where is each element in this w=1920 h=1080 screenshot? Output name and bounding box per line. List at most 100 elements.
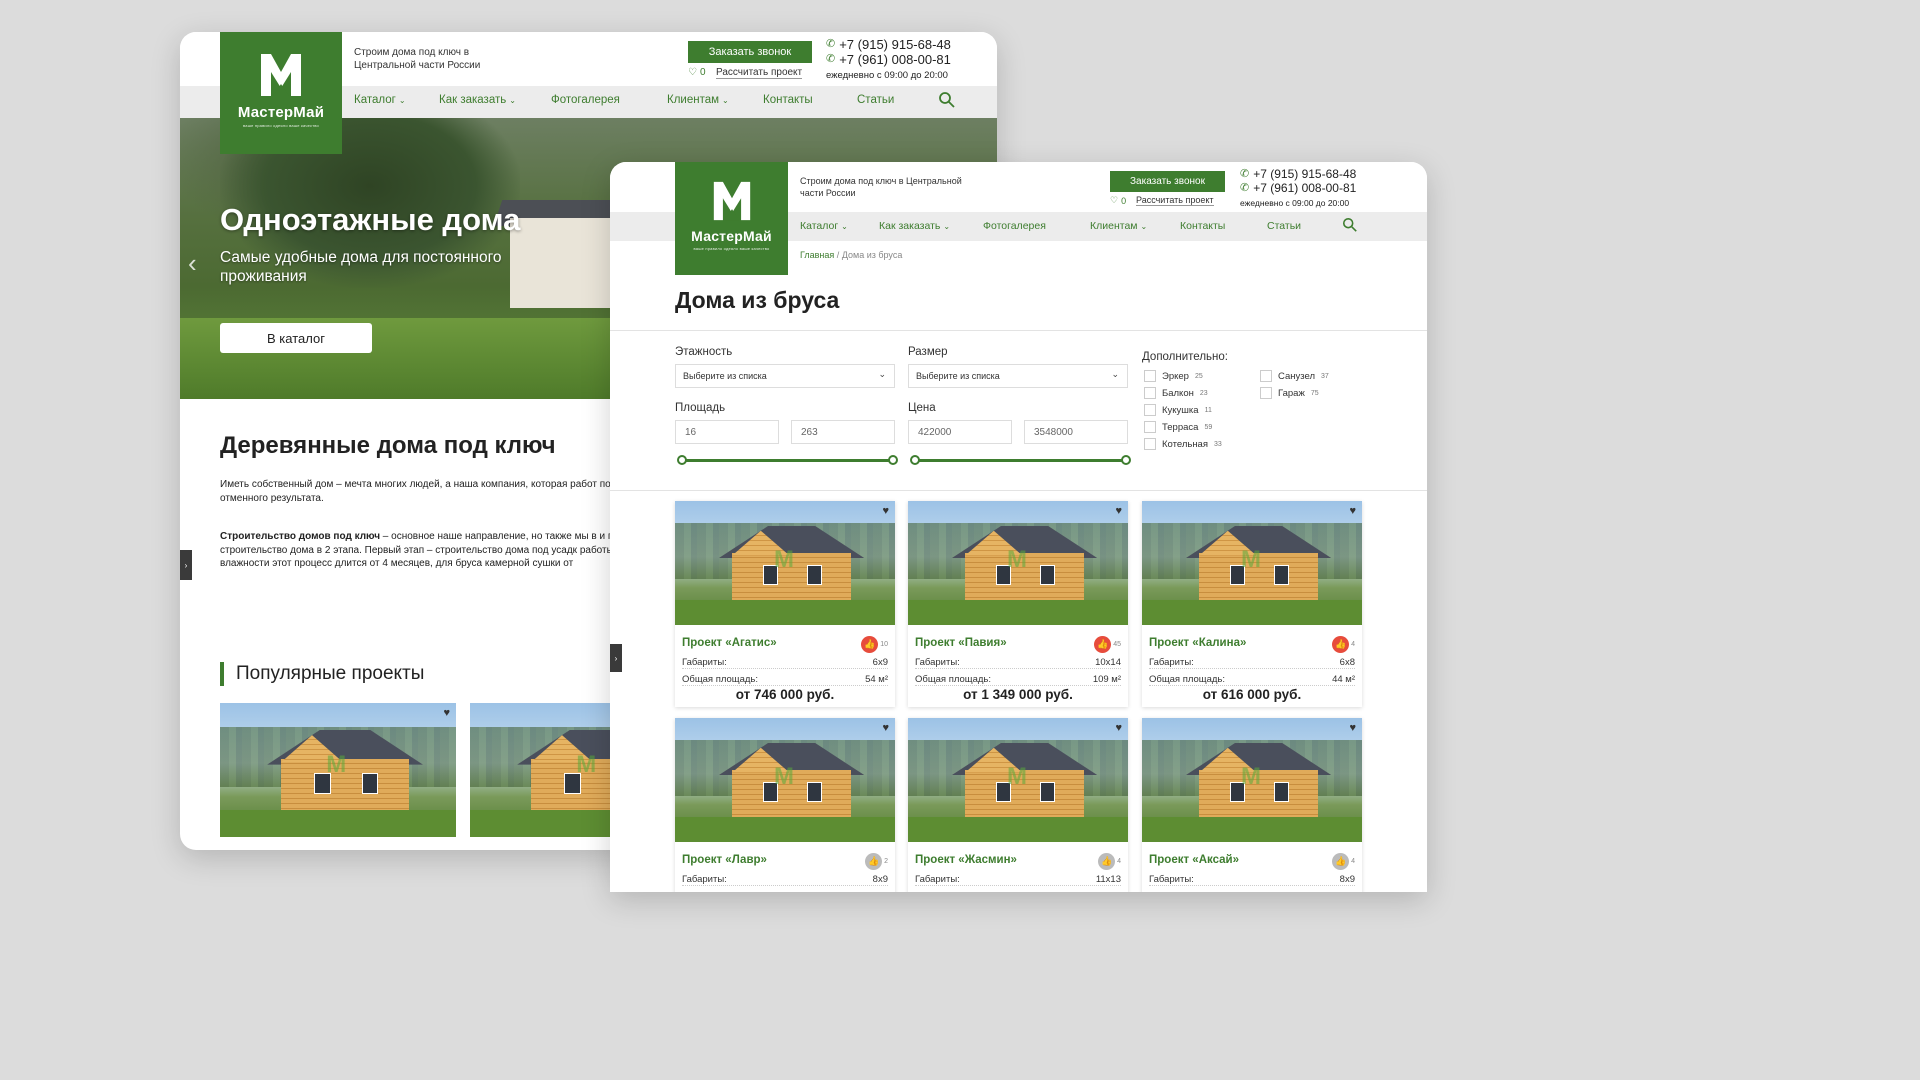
heart-icon[interactable]: ♥ xyxy=(443,707,450,719)
dims-value: 8x9 xyxy=(1339,874,1355,885)
chevron-down-icon: ⌄ xyxy=(943,221,951,231)
heart-icon[interactable]: ♥ xyxy=(1349,722,1356,734)
extra-count: 11 xyxy=(1204,406,1212,414)
project-name[interactable]: Проект «Калина» xyxy=(1149,637,1246,649)
hero-subtitle: Самые удобные дома для постоянного прожи… xyxy=(220,249,502,285)
search-icon[interactable] xyxy=(938,91,956,109)
nav-contacts[interactable]: Контакты xyxy=(763,94,813,106)
extra-checkbox[interactable]: Санузел 37 xyxy=(1260,370,1329,382)
like-counter[interactable]: 👍 45 xyxy=(1094,636,1121,653)
phone-2[interactable]: +7 (961) 008-00-81 xyxy=(1253,181,1356,195)
breadcrumb-separator: / xyxy=(836,250,840,260)
logo[interactable]: МастерМай ваше правило одеяло вашe качес… xyxy=(220,32,342,154)
project-card[interactable]: M ♥ Проект «Павия» 👍 45 Габариты: 10x14 Общ… xyxy=(908,501,1128,707)
popular-project-card[interactable]: M xyxy=(470,703,610,837)
extra-count: 75 xyxy=(1310,389,1319,397)
extra-checkbox[interactable]: Кукушка 11 xyxy=(1144,404,1212,416)
checkbox[interactable] xyxy=(1144,387,1156,399)
checkbox[interactable] xyxy=(1144,438,1156,450)
dims-label: Габариты: xyxy=(915,874,960,885)
like-counter[interactable]: 👍 10 xyxy=(861,636,888,653)
area-range-max-handle[interactable] xyxy=(888,455,898,465)
favorites[interactable]: ♡ 0 xyxy=(688,67,706,78)
heart-icon[interactable]: ♥ xyxy=(1115,722,1122,734)
extra-checkbox[interactable]: Котельная 33 xyxy=(1144,438,1222,450)
checkbox[interactable] xyxy=(1144,421,1156,433)
side-panel-toggle[interactable]: › xyxy=(610,644,622,672)
services-bold: Строительство домов под ключ xyxy=(220,531,381,542)
phone-2[interactable]: +7 (961) 008-00-81 xyxy=(839,52,951,67)
size-select[interactable]: Выберите из списка ⌄ xyxy=(908,364,1128,388)
area-min-input[interactable]: 16 xyxy=(675,420,779,444)
nav-contacts[interactable]: Контакты xyxy=(1180,220,1225,232)
side-panel-toggle[interactable]: › xyxy=(180,550,192,580)
breadcrumb-home[interactable]: Главная xyxy=(800,250,834,260)
extra-checkbox[interactable]: Терраса 59 xyxy=(1144,421,1212,433)
project-name[interactable]: Проект «Павия» xyxy=(915,637,1007,649)
project-name[interactable]: Проект «Жасмин» xyxy=(915,854,1017,866)
popular-project-card[interactable]: M ♥ xyxy=(220,703,456,837)
like-counter[interactable]: 👍 4 xyxy=(1332,636,1355,653)
nav-clients[interactable]: Клиентам ⌄ xyxy=(667,94,729,106)
project-card[interactable]: M ♥ Проект «Калина» 👍 4 Габариты: 6x8 Общая… xyxy=(1142,501,1362,707)
like-counter[interactable]: 👍 2 xyxy=(865,853,888,870)
nav-how-to-order[interactable]: Как заказать ⌄ xyxy=(879,220,950,232)
checkbox[interactable] xyxy=(1260,387,1272,399)
thumbs-up-icon: 👍 xyxy=(1332,853,1350,870)
chevron-left-icon[interactable]: ‹ xyxy=(188,248,197,279)
project-card[interactable]: M ♥ Проект «Жасмин» 👍 4 Габариты: 11x13 xyxy=(908,718,1128,892)
extra-label-text: Кукушка xyxy=(1162,404,1199,416)
logo-text: МастерМай xyxy=(237,104,325,121)
nav-catalog[interactable]: Каталог ⌄ xyxy=(800,220,848,232)
price-range-max-handle[interactable] xyxy=(1121,455,1131,465)
nav-gallery[interactable]: Фотогалерея xyxy=(551,94,620,106)
order-call-button[interactable]: Заказать звонок xyxy=(1110,171,1225,192)
area-max-input[interactable]: 263 xyxy=(791,420,895,444)
logo[interactable]: МастерМай ваше правило одеяло вашe качес… xyxy=(675,162,788,275)
area-range-min-handle[interactable] xyxy=(677,455,687,465)
logo-text: МастерМай xyxy=(691,228,772,244)
heart-icon[interactable]: ♥ xyxy=(1349,505,1356,517)
phone-1[interactable]: +7 (915) 915-68-48 xyxy=(1253,167,1356,181)
project-card[interactable]: M ♥ Проект «Лавр» 👍 2 Габариты: 8x9 xyxy=(675,718,895,892)
checkbox[interactable] xyxy=(1144,370,1156,382)
favorites[interactable]: ♡ 0 xyxy=(1110,195,1126,206)
price-min-input[interactable]: 422000 xyxy=(908,420,1012,444)
like-counter[interactable]: 👍 4 xyxy=(1332,853,1355,870)
nav-catalog[interactable]: Каталог ⌄ xyxy=(354,94,406,106)
extra-checkbox[interactable]: Гараж 75 xyxy=(1260,387,1319,399)
dims-label: Габариты: xyxy=(682,874,727,885)
price-range-min-handle[interactable] xyxy=(910,455,920,465)
thumbs-up-icon: 👍 xyxy=(1332,636,1350,653)
extra-count: 25 xyxy=(1194,372,1203,380)
heart-icon[interactable]: ♥ xyxy=(882,722,889,734)
floors-select[interactable]: Выберите из списка ⌄ xyxy=(675,364,895,388)
heart-icon[interactable]: ♥ xyxy=(1115,505,1122,517)
divider xyxy=(610,330,1427,331)
to-catalog-button[interactable]: В каталог xyxy=(220,323,372,353)
nav-gallery[interactable]: Фотогалерея xyxy=(983,220,1046,232)
checkbox[interactable] xyxy=(1260,370,1272,382)
checkbox[interactable] xyxy=(1144,404,1156,416)
nav-clients[interactable]: Клиентам ⌄ xyxy=(1090,220,1147,232)
order-call-button[interactable]: Заказать звонок xyxy=(688,41,812,63)
nav-articles[interactable]: Статьи xyxy=(1267,220,1301,232)
nav-how-to-order[interactable]: Как заказать ⌄ xyxy=(439,94,516,106)
like-counter[interactable]: 👍 4 xyxy=(1098,853,1121,870)
project-name[interactable]: Проект «Аксай» xyxy=(1149,854,1239,866)
project-name[interactable]: Проект «Агатис» xyxy=(682,637,777,649)
project-card[interactable]: M ♥ Проект «Аксай» 👍 4 Габариты: 8x9 xyxy=(1142,718,1362,892)
price-max-input[interactable]: 3548000 xyxy=(1024,420,1128,444)
project-name[interactable]: Проект «Лавр» xyxy=(682,854,767,866)
extra-checkbox[interactable]: Балкон 23 xyxy=(1144,387,1208,399)
nav-label: Статьи xyxy=(857,94,895,106)
nav-articles[interactable]: Статьи xyxy=(857,94,894,106)
search-icon[interactable] xyxy=(1342,217,1358,233)
heart-icon[interactable]: ♥ xyxy=(882,505,889,517)
house-image: M xyxy=(470,703,610,837)
project-card[interactable]: M ♥ Проект «Агатис» 👍 10 Габариты: 6x9 Обща… xyxy=(675,501,895,707)
calculate-project-link[interactable]: Рассчитать проект xyxy=(716,67,803,79)
extra-checkbox[interactable]: Эркер 25 xyxy=(1144,370,1203,382)
calculate-project-link[interactable]: Рассчитать проект xyxy=(1136,195,1214,206)
phone-1[interactable]: +7 (915) 915-68-48 xyxy=(839,37,951,52)
